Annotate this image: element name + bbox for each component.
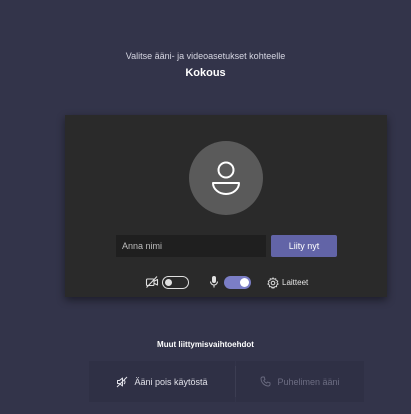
- microphone-toggle[interactable]: [224, 276, 251, 289]
- toggle-knob: [165, 278, 172, 286]
- name-input[interactable]: [116, 235, 266, 257]
- toggle-knob: [240, 278, 249, 287]
- avatar: [189, 141, 263, 215]
- device-controls: Laitteet: [65, 275, 387, 291]
- prejoin-screen: Valitse ääni- ja videoasetukset kohteell…: [0, 0, 411, 414]
- page-subtitle: Valitse ääni- ja videoasetukset kohteell…: [125, 51, 286, 61]
- video-preview-panel: Liity nyt: [65, 115, 387, 297]
- microphone-icon: [209, 275, 219, 294]
- other-join-options-heading: Muut liittymisvaihtoehdot: [157, 340, 254, 349]
- gear-icon[interactable]: [267, 276, 279, 294]
- meeting-title: Kokous: [185, 67, 226, 79]
- person-icon: [212, 161, 240, 195]
- camera-off-icon: [145, 275, 159, 294]
- join-now-button[interactable]: Liity nyt: [271, 235, 337, 257]
- audio-off-button[interactable]: Ääni pois käytöstä: [89, 361, 235, 402]
- phone-audio-label: Puhelimen ääni: [277, 376, 340, 387]
- audio-off-label: Ääni pois käytöstä: [134, 376, 208, 387]
- devices-button[interactable]: Laitteet: [282, 278, 308, 287]
- phone-audio-button[interactable]: Puhelimen ääni: [236, 361, 364, 402]
- speaker-off-icon: [116, 376, 128, 388]
- phone-icon: [260, 376, 271, 387]
- camera-toggle[interactable]: [162, 276, 189, 289]
